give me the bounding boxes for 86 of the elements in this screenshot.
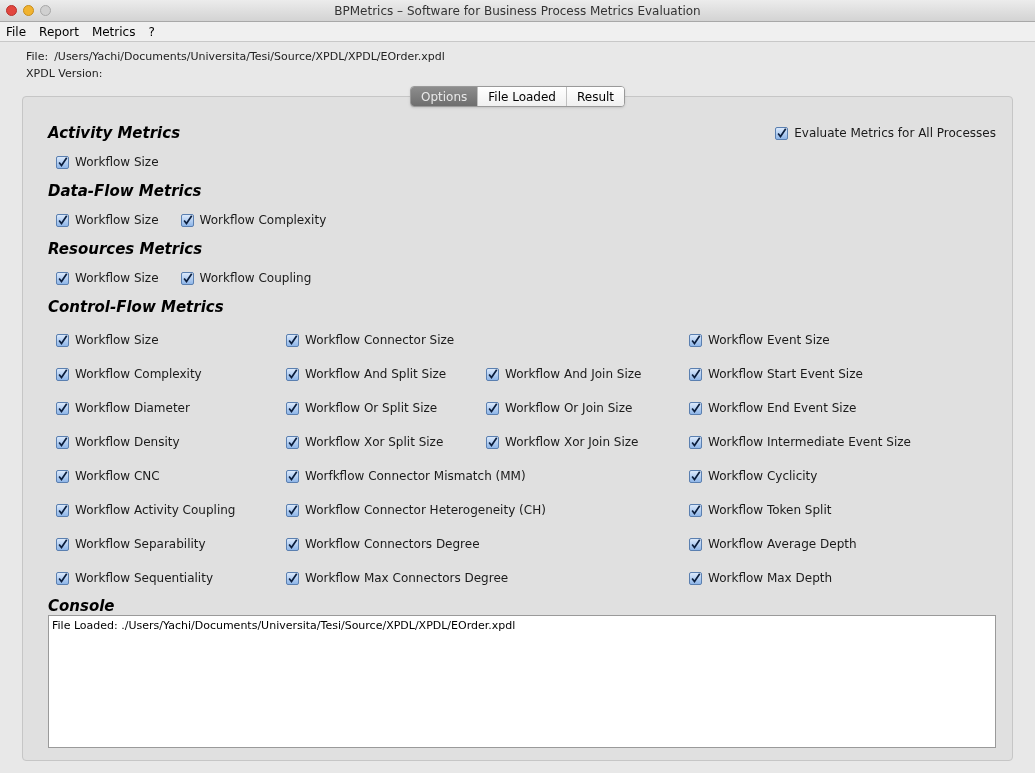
- checkbox-icon: [286, 537, 299, 551]
- checkbox-icon: [689, 571, 702, 585]
- section-heading: Data-Flow Metrics: [48, 180, 202, 202]
- metric-checkbox[interactable]: Workflow Max Depth: [689, 569, 833, 587]
- checkbox-icon: [56, 571, 69, 585]
- metric-checkbox[interactable]: Workflow Complexity: [180, 211, 327, 229]
- metric-checkbox[interactable]: Workflow End Event Size: [689, 399, 857, 417]
- info-label: XPDL Version:: [26, 65, 103, 82]
- checkbox-icon: [689, 435, 702, 449]
- metric-checkbox[interactable]: Worfkflow Connector Mismatch (MM): [286, 467, 526, 485]
- checkbox-icon: [56, 401, 69, 415]
- checkbox-icon: [689, 537, 702, 551]
- metric-checkbox[interactable]: Workflow Coupling: [180, 269, 312, 287]
- checkbox-icon: [56, 271, 69, 285]
- checkbox-icon: [689, 401, 702, 415]
- checkbox-icon: [56, 333, 69, 347]
- checkbox-icon: [56, 435, 69, 449]
- checkbox-icon: [286, 333, 299, 347]
- checkbox-icon: [56, 537, 69, 551]
- window-title: BPMetrics – Software for Business Process Metrics Evaluation: [334, 2, 701, 20]
- checkbox-icon: [180, 271, 194, 285]
- metric-checkbox[interactable]: Workflow Xor Split Size: [286, 433, 444, 451]
- metric-checkbox[interactable]: Workflow Connectors Degree: [286, 535, 480, 553]
- checkbox-icon: [286, 367, 299, 381]
- checkbox-icon: [286, 571, 299, 585]
- metric-checkbox[interactable]: Evaluate Metrics for All Processes: [775, 124, 996, 142]
- metric-checkbox[interactable]: Workflow Average Depth: [689, 535, 857, 553]
- checkbox-icon: [486, 401, 499, 415]
- checkbox-icon: [56, 469, 69, 483]
- section-heading: Control-Flow Metrics: [48, 296, 224, 318]
- checkbox-icon: [56, 213, 69, 227]
- metric-checkbox[interactable]: Workflow Max Connectors Degree: [286, 569, 509, 587]
- metric-checkbox[interactable]: Workflow Event Size: [689, 331, 830, 349]
- menu-item[interactable]: ?: [148, 22, 155, 41]
- metric-checkbox[interactable]: Workflow Token Split: [689, 501, 832, 519]
- minimize-icon[interactable]: [23, 5, 34, 16]
- checkbox-icon: [286, 469, 299, 483]
- metric-checkbox[interactable]: Workflow Size: [56, 269, 159, 287]
- section-heading: Activity Metrics: [48, 122, 181, 144]
- checkbox-icon: [486, 435, 499, 449]
- checkbox-icon: [56, 503, 69, 517]
- menu-item[interactable]: Report: [39, 22, 79, 41]
- metric-checkbox[interactable]: Workflow Sequentiality: [56, 569, 213, 587]
- checkbox-icon: [286, 503, 299, 517]
- metric-checkbox[interactable]: Workflow Density: [56, 433, 180, 451]
- metric-checkbox[interactable]: Workflow Xor Join Size: [486, 433, 639, 451]
- metric-checkbox[interactable]: Workflow Or Split Size: [286, 399, 438, 417]
- metric-checkbox[interactable]: Workflow And Split Size: [286, 365, 447, 383]
- metric-checkbox[interactable]: Workflow Diameter: [56, 399, 190, 417]
- checkbox-icon: [56, 155, 69, 169]
- metric-checkbox[interactable]: Workflow Connector Size: [286, 331, 455, 349]
- close-icon[interactable]: [6, 5, 17, 16]
- checkbox-icon: [180, 213, 194, 227]
- checkbox-icon: [689, 503, 702, 517]
- info-label: File:: [26, 48, 49, 65]
- checkbox-icon: [775, 126, 789, 140]
- metric-checkbox[interactable]: Workflow Size: [56, 211, 159, 229]
- metric-checkbox[interactable]: Workflow Complexity: [56, 365, 202, 383]
- metric-checkbox[interactable]: Workflow Cyclicity: [689, 467, 818, 485]
- console-output: File Loaded: ./Users/Yachi/Documents/Universita/Tesi/Source/XPDL/XPDL/EOrder.xpdl: [48, 615, 996, 748]
- metric-checkbox[interactable]: Workflow Size: [56, 331, 159, 349]
- checkbox-icon: [286, 401, 299, 415]
- checkbox-icon: [286, 435, 299, 449]
- menu-item[interactable]: Metrics: [91, 22, 136, 41]
- tab[interactable]: File Loaded: [477, 87, 566, 106]
- tab[interactable]: Result: [565, 87, 625, 106]
- zoom-icon[interactable]: [40, 5, 51, 16]
- checkbox-icon: [689, 469, 702, 483]
- checkbox-icon: [689, 333, 702, 347]
- section-heading: Resources Metrics: [48, 238, 203, 260]
- info-value: /Users/Yachi/Documents/Universita/Tesi/Source/XPDL/XPDL/EOrder.xpdl: [54, 48, 445, 65]
- metric-checkbox[interactable]: Workflow Start Event Size: [689, 365, 863, 383]
- metric-checkbox[interactable]: Workflow Intermediate Event Size: [689, 433, 911, 451]
- metric-checkbox[interactable]: Workflow And Join Size: [486, 365, 642, 383]
- metric-checkbox[interactable]: Workflow Or Join Size: [486, 399, 633, 417]
- checkbox-icon: [486, 367, 499, 381]
- checkbox-icon: [689, 367, 702, 381]
- metric-checkbox[interactable]: Workflow Separability: [56, 535, 206, 553]
- metric-checkbox[interactable]: Workflow Activity Coupling: [56, 501, 236, 519]
- section-heading: Console: [48, 597, 116, 615]
- checkbox-icon: [56, 367, 69, 381]
- menu-item[interactable]: File: [6, 22, 27, 41]
- metric-checkbox[interactable]: Workflow Connector Heterogeneity (CH): [286, 501, 546, 519]
- metric-checkbox[interactable]: Workflow Size: [56, 153, 159, 171]
- metric-checkbox[interactable]: Workflow CNC: [56, 467, 160, 485]
- tab[interactable]: Options: [410, 87, 478, 106]
